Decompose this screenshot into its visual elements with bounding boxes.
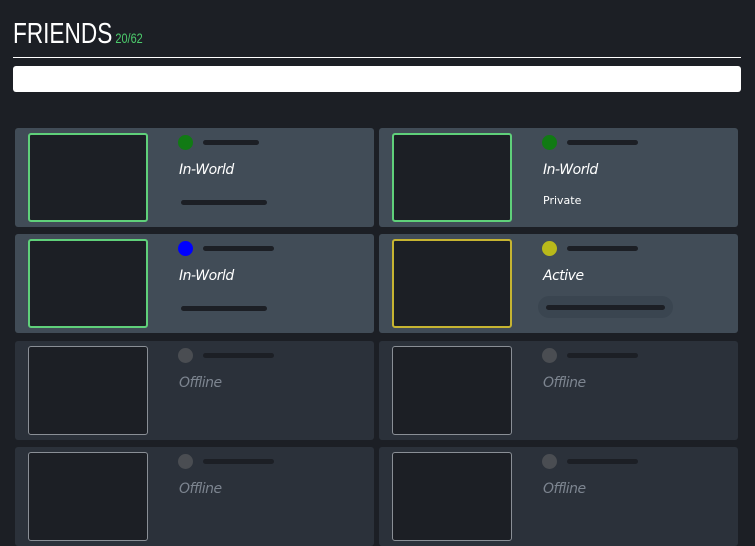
friend-name bbox=[203, 246, 274, 251]
status-dot-icon bbox=[542, 348, 557, 363]
avatar bbox=[28, 346, 148, 435]
divider bbox=[13, 57, 741, 58]
friend-name bbox=[203, 353, 274, 358]
page-title: FRIENDS 20/62 bbox=[13, 18, 143, 51]
status-text: Offline bbox=[179, 481, 222, 497]
friend-card[interactable]: Offline bbox=[15, 341, 374, 440]
avatar bbox=[392, 133, 512, 222]
avatar bbox=[392, 452, 512, 541]
avatar bbox=[392, 239, 512, 328]
friend-card[interactable]: Active bbox=[379, 234, 738, 333]
session-text: Private bbox=[543, 194, 582, 207]
status-dot-icon bbox=[542, 454, 557, 469]
status-text: In-World bbox=[543, 162, 598, 178]
friend-name bbox=[567, 353, 638, 358]
session-bar bbox=[181, 306, 267, 311]
status-dot-icon bbox=[542, 241, 557, 256]
avatar bbox=[28, 133, 148, 222]
friend-card[interactable]: Offline bbox=[379, 341, 738, 440]
title-text: FRIENDS bbox=[13, 18, 113, 50]
friend-card[interactable]: In-World Private bbox=[379, 128, 738, 227]
friend-name bbox=[203, 140, 259, 145]
status-dot-icon bbox=[178, 454, 193, 469]
avatar bbox=[392, 346, 512, 435]
friend-name bbox=[567, 459, 638, 464]
status-text: In-World bbox=[179, 162, 234, 178]
avatar bbox=[28, 239, 148, 328]
friend-name bbox=[567, 140, 638, 145]
status-text: In-World bbox=[179, 268, 234, 284]
search-input[interactable] bbox=[13, 66, 741, 92]
session-bar bbox=[181, 200, 267, 205]
status-text: Active bbox=[543, 268, 584, 284]
session-pill[interactable] bbox=[538, 296, 673, 318]
friend-count: 20/62 bbox=[115, 30, 143, 46]
status-text: Offline bbox=[543, 375, 586, 391]
friend-card[interactable]: In-World bbox=[15, 128, 374, 227]
status-text: Offline bbox=[543, 481, 586, 497]
friend-card[interactable]: In-World bbox=[15, 234, 374, 333]
avatar bbox=[28, 452, 148, 541]
status-dot-icon bbox=[178, 135, 193, 150]
friend-card[interactable]: Offline bbox=[379, 447, 738, 546]
friend-name bbox=[203, 459, 274, 464]
friend-card[interactable]: Offline bbox=[15, 447, 374, 546]
status-dot-icon bbox=[178, 348, 193, 363]
status-dot-icon bbox=[542, 135, 557, 150]
friend-name bbox=[567, 246, 638, 251]
status-text: Offline bbox=[179, 375, 222, 391]
status-dot-icon bbox=[178, 241, 193, 256]
